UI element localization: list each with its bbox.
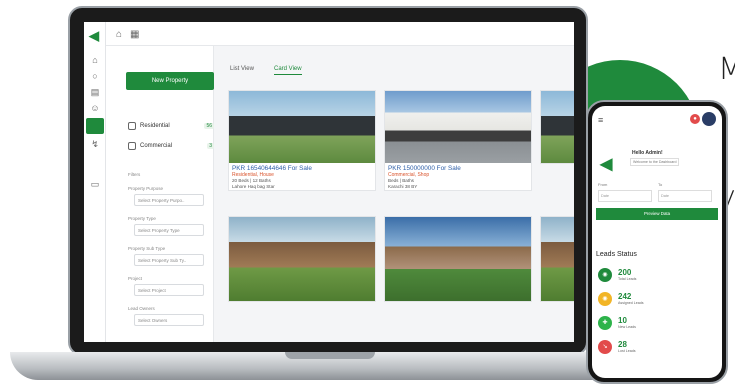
property-card[interactable]: [384, 216, 532, 302]
property-image: [229, 91, 375, 163]
home-icon[interactable]: ⌂: [116, 29, 122, 40]
building-icon[interactable]: ▦: [130, 29, 139, 40]
property-content: List View Card View PKR 16540644646 For …: [214, 46, 574, 342]
welcome-subtitle: Welcome to the Dashboard: [630, 158, 680, 166]
avatar[interactable]: [702, 112, 716, 126]
app-logo-icon: ◀: [89, 28, 99, 43]
property-image: [229, 217, 375, 301]
profile-icon[interactable]: ○: [89, 70, 101, 82]
property-card[interactable]: [540, 216, 574, 302]
new-property-button[interactable]: New Property: [126, 72, 214, 90]
property-card[interactable]: PKR 16540644646 For Sale Residential, Ho…: [228, 90, 376, 191]
property-price: PKR 150000000 For Sale: [388, 165, 461, 172]
field-label: Project: [128, 276, 143, 281]
menu-icon[interactable]: ≡: [598, 115, 603, 125]
property-image: [541, 217, 574, 301]
property-purpose-select[interactable]: Select Property Purpo..: [134, 194, 204, 206]
from-label: From: [598, 182, 608, 187]
phone-screen: ≡ ● ◀ Hello Admin! Welcome to the Dashbo…: [592, 106, 722, 378]
property-image: [385, 91, 531, 163]
lead-stat-lost: ↘ 28 Lost Leads: [598, 340, 636, 354]
greeting: Hello Admin!: [632, 150, 663, 156]
lead-owners-select[interactable]: Select Owners: [134, 314, 204, 326]
leads-icon: ◉: [598, 268, 612, 282]
project-select[interactable]: Select Project: [134, 284, 204, 296]
lead-stat-assigned: ◉ 242 Assigned Leads: [598, 292, 644, 306]
property-image: [385, 217, 531, 301]
property-image: [541, 91, 574, 163]
field-label: Property Type: [128, 216, 156, 221]
property-card[interactable]: [228, 216, 376, 302]
lost-lead-icon: ↘: [598, 340, 612, 354]
filters-heading: Filters: [128, 172, 141, 177]
property-subtype-select[interactable]: Select Property Sub Ty..: [134, 254, 204, 266]
laptop-notch: [285, 352, 375, 359]
app-logo-icon: ◀: [600, 156, 613, 173]
filter-panel: New Property Residential 56 Commercial 3…: [106, 46, 214, 342]
count-badge: 3: [207, 143, 214, 149]
home-icon: [128, 122, 136, 130]
property-type-select[interactable]: Select Property Type: [134, 224, 204, 236]
lead-stat-new: ✚ 10 New Leads: [598, 316, 636, 330]
from-date-input[interactable]: Date: [598, 190, 652, 202]
nav-rail: ◀ ⌂ ○ ▤ ☺ ↯ ▭: [84, 22, 106, 342]
nav-item-properties[interactable]: [86, 118, 104, 134]
new-lead-icon: ✚: [598, 316, 612, 330]
users-icon[interactable]: ☺: [89, 102, 101, 114]
lead-stat-total: ◉ 200 Total Leads: [598, 268, 636, 282]
category-residential[interactable]: Residential 56: [128, 122, 214, 130]
preview-button[interactable]: Preview Data: [596, 208, 718, 220]
field-label: Lead Owners: [128, 306, 155, 311]
notification-icon[interactable]: ●: [690, 114, 700, 124]
property-card[interactable]: PKR 150000000 For Sale Commercial, Shop …: [384, 90, 532, 191]
count-badge: 56: [204, 123, 214, 129]
folder-icon[interactable]: ▭: [89, 178, 101, 190]
laptop-screen: ◀ ⌂ ○ ▤ ☺ ↯ ▭ ⌂ ▦ New Property Residenti…: [84, 22, 574, 342]
building-icon: [128, 142, 136, 150]
dashboard-icon[interactable]: ⌂: [89, 54, 101, 66]
assigned-icon: ◉: [598, 292, 612, 306]
document-icon[interactable]: ▤: [89, 86, 101, 98]
tab-card-view[interactable]: Card View: [274, 66, 302, 75]
category-commercial[interactable]: Commercial 3: [128, 142, 214, 150]
tab-list-view[interactable]: List View: [230, 66, 254, 72]
field-label: Property Sub Type: [128, 246, 166, 251]
property-location: Lahore Haq bag Star: [232, 184, 275, 189]
to-date-input[interactable]: Date: [658, 190, 712, 202]
to-label: To: [658, 182, 663, 187]
analytics-icon[interactable]: ↯: [89, 138, 101, 150]
leads-status-title: Leads Status: [596, 251, 637, 258]
edge-text-top: M: [718, 52, 735, 87]
property-card[interactable]: [540, 90, 574, 164]
property-price: PKR 16540644646 For Sale: [232, 165, 312, 172]
top-bar: ⌂ ▦: [106, 22, 574, 46]
field-label: Property Purpose: [128, 186, 164, 191]
property-location: Karachi 38 BY: [388, 184, 418, 189]
